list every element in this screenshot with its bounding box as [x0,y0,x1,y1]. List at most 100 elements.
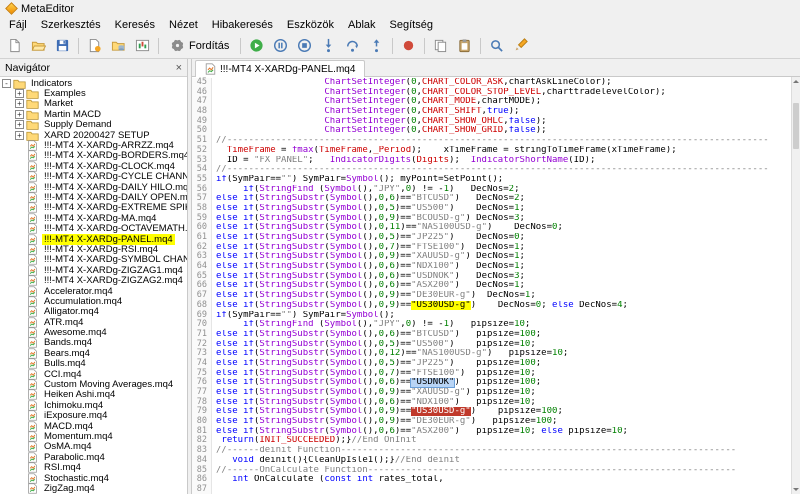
step-out-icon[interactable] [365,35,388,56]
copy-icon[interactable] [429,35,452,56]
tree-item[interactable]: !!!-MT4 X-XARDg-DAILY HILO.mq4 [0,182,187,192]
tree-item[interactable]: !!!-MT4 X-XARDg-DAILY OPEN.mq4 [0,192,187,202]
tree-item[interactable]: +Examples [0,88,187,98]
code-token: //--------------------------------------… [216,165,769,174]
tree-item[interactable]: !!!-MT4 X-XARDg-CLOCK.mq4 [0,161,187,171]
tree-item[interactable]: OsMA.mq4 [0,442,187,452]
code-token: TimeFrame [319,146,368,155]
menu-item[interactable]: Nézet [162,18,205,32]
code-token: ) DecNos= [487,223,552,232]
code-token: StringSubstr [259,417,324,426]
tree-item[interactable]: !!!-MT4 X-XARDg-ARRZZ.mq4 [0,140,187,150]
pause-debug-icon[interactable] [269,35,292,56]
tree-item[interactable]: +Market [0,99,187,109]
tree-item[interactable]: +Supply Demand [0,120,187,130]
code-token: IndicatorDigits [330,156,411,165]
code-token: (); [379,311,395,320]
code-line-text: else if(StringSubstr(Symbol(),0,9)=="DE3… [212,417,791,427]
code-token: ) pipsize= [471,417,536,426]
code-token: Symbol [330,359,363,368]
tree-item[interactable]: !!!-MT4 X-XARDg-OCTAVEMATH.mq4 [0,223,187,233]
tree-item[interactable]: ATR.mq4 [0,317,187,327]
search-icon[interactable] [485,35,508,56]
tree-item[interactable]: Parabolic.mq4 [0,452,187,462]
menu-item[interactable]: Segítség [383,18,440,32]
code-line-text: if(SymPair=="") SymPair=Symbol(); [212,311,791,321]
menu-item[interactable]: Fájl [2,18,34,32]
step-into-icon[interactable] [317,35,340,56]
menu-item[interactable]: Ablak [341,18,383,32]
start-debug-icon[interactable] [245,35,268,56]
tree-item[interactable]: Custom Moving Averages.mq4 [0,379,187,389]
code-editor[interactable]: 45 ChartSetInteger(0,CHART_COLOR_ASK,cha… [192,77,791,494]
paste-icon[interactable] [453,35,476,56]
tree-item[interactable]: -Indicators [0,78,187,88]
scrollbar-thumb[interactable] [793,103,799,149]
new-project-icon[interactable] [83,35,106,56]
code-token: "JPY" [373,185,400,194]
tree-item[interactable]: Accumulation.mq4 [0,296,187,306]
step-over-icon[interactable] [341,35,364,56]
tree-item[interactable]: ZigZag.mq4 [0,483,187,493]
tree-item[interactable]: Heiken Ashi.mq4 [0,390,187,400]
terminal-icon[interactable] [131,35,154,56]
code-token: Symbol [330,388,363,397]
scroll-up-icon[interactable] [792,77,800,86]
tree-item[interactable]: Bands.mq4 [0,338,187,348]
code-token [216,88,324,97]
styler-icon[interactable] [509,35,532,56]
code-line: 54//------------------------------------… [192,165,791,175]
stop-debug-icon[interactable] [293,35,316,56]
expand-icon[interactable]: + [15,120,24,129]
mq4-file-icon [26,473,39,484]
tab-panel-mq4[interactable]: !!!-MT4 X-XARDg-PANEL.mq4 [195,60,365,77]
tree-item[interactable]: Accelerator.mq4 [0,286,187,296]
compile-button[interactable]: Fordítás [163,35,236,56]
menu-item[interactable]: Szerkesztés [34,18,108,32]
tree-item[interactable]: !!!-MT4 X-XARDg-PANEL.mq4 [0,234,187,244]
code-token: )== [395,233,411,242]
tree-item[interactable]: !!!-MT4 X-XARDg-CYCLE CHANNEL.mq4 [0,172,187,182]
tree-item[interactable]: CCI.mq4 [0,369,187,379]
tree-item-label: !!!-MT4 X-XARDg-MA.mq4 [42,213,158,224]
tree-item[interactable]: Awesome.mq4 [0,327,187,337]
expand-icon[interactable]: + [15,110,24,119]
expand-icon[interactable]: + [15,131,24,140]
collapse-icon[interactable]: - [2,79,11,88]
navigator-close-icon[interactable]: × [176,63,182,73]
code-token: ; [541,301,552,310]
tree-item[interactable]: iExposure.mq4 [0,411,187,421]
open-file-icon[interactable] [27,35,50,56]
mq4-file-icon [26,337,39,348]
tree-item[interactable]: MACD.mq4 [0,421,187,431]
menu-item[interactable]: Keresés [108,18,162,32]
tree-item[interactable]: Momentum.mq4 [0,431,187,441]
tree-item[interactable]: !!!-MT4 X-XARDg-BORDERS.mq4 [0,151,187,161]
expand-icon[interactable]: + [15,99,24,108]
tree-item[interactable]: !!!-MT4 X-XARDg-ZIGZAG1.mq4 [0,265,187,275]
save-file-icon[interactable] [51,35,74,56]
tree-item[interactable]: Bulls.mq4 [0,359,187,369]
expand-icon[interactable]: + [15,89,24,98]
scroll-down-icon[interactable] [792,485,800,494]
new-file-icon[interactable] [3,35,26,56]
code-token: (), [362,194,378,203]
tree-item[interactable]: !!!-MT4 X-XARDg-SYMBOL CHANGER.mq4 [0,255,187,265]
tree-item[interactable]: +XARD 20200427 SETUP [0,130,187,140]
tree-item[interactable]: Alligator.mq4 [0,307,187,317]
tree-item[interactable]: !!!-MT4 X-XARDg-RSI.mq4 [0,244,187,254]
open-data-folder-icon[interactable] [107,35,130,56]
code-token: CHART_MODE [422,97,476,106]
breakpoint-icon[interactable] [397,35,420,56]
tree-item[interactable]: !!!-MT4 X-XARDg-MA.mq4 [0,213,187,223]
tree-item[interactable]: RSI.mq4 [0,462,187,472]
tree-item[interactable]: +Martin MACD [0,109,187,119]
editor-vertical-scrollbar[interactable] [791,77,800,494]
tree-item[interactable]: Stochastic.mq4 [0,473,187,483]
tree-item[interactable]: !!!-MT4 X-XARDg-EXTREME SPIKE.mq4 [0,203,187,213]
tree-item[interactable]: Bears.mq4 [0,348,187,358]
tree-item[interactable]: Ichimoku.mq4 [0,400,187,410]
tree-item[interactable]: !!!-MT4 X-XARDg-ZIGZAG2.mq4 [0,275,187,285]
menu-item[interactable]: Hibakeresés [205,18,280,32]
menu-item[interactable]: Eszközök [280,18,341,32]
